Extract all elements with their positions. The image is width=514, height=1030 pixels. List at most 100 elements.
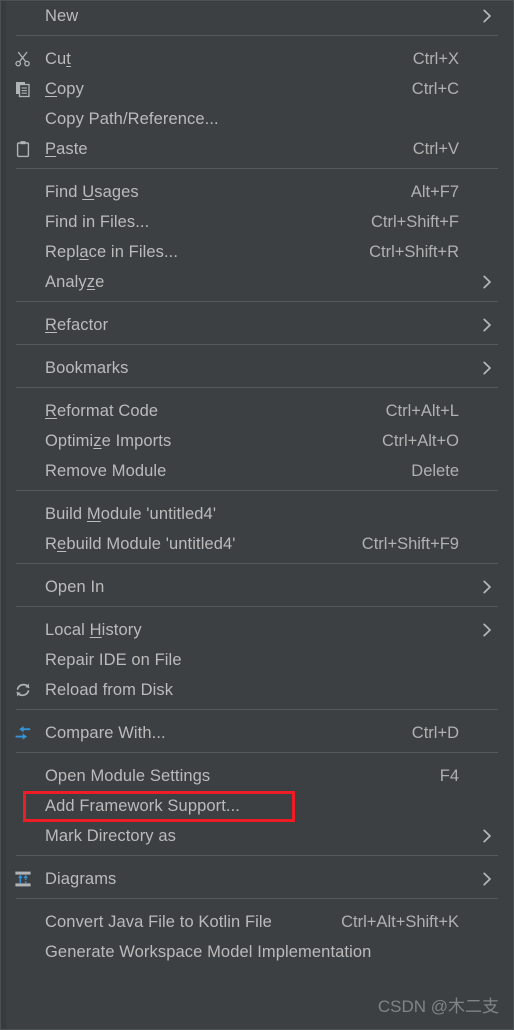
menu-item-repair-ide-on-file[interactable]: Repair IDE on File xyxy=(1,645,513,675)
menu-item-label: Reformat Code xyxy=(45,401,159,420)
menu-item-shortcut: Ctrl+Alt+L xyxy=(385,401,459,420)
menu-item-label: Replace in Files... xyxy=(45,242,179,261)
menu-item-reload-from-disk[interactable]: Reload from Disk xyxy=(1,675,513,705)
menu-separator-line xyxy=(16,606,498,607)
menu-item-shortcut: Ctrl+Shift+R xyxy=(369,242,459,261)
menu-item-remove-module[interactable]: Remove Module Delete xyxy=(1,456,513,486)
menu-item-icon-empty xyxy=(1,615,45,645)
menu-separator-line xyxy=(16,387,498,388)
menu-separator xyxy=(1,898,513,907)
menu-item-shortcut: Delete xyxy=(411,461,459,480)
menu-item-find-usages[interactable]: Find Usages Alt+F7 xyxy=(1,177,513,207)
menu-item-label: Diagrams xyxy=(45,869,117,888)
menu-item-label: Cut xyxy=(45,49,71,68)
menu-item-label: Local History xyxy=(45,620,142,639)
menu-item-label: Build Module 'untitled4' xyxy=(45,504,217,523)
menu-item-label: Compare With... xyxy=(45,723,166,742)
chevron-right-icon xyxy=(473,829,513,843)
menu-item-copy-path-reference[interactable]: Copy Path/Reference... xyxy=(1,104,513,134)
menu-separator-line xyxy=(16,490,498,491)
menu-item-label: Refactor xyxy=(45,315,109,334)
context-menu: New Cut Ctrl+X Copy Ctrl+C Copy Path/Referenc… xyxy=(0,0,514,1030)
menu-item-icon-empty xyxy=(1,761,45,791)
chevron-right-icon xyxy=(473,872,513,886)
menu-item-compare-with[interactable]: Compare With... Ctrl+D xyxy=(1,718,513,748)
compare-icon xyxy=(1,718,45,748)
menu-item-label: Bookmarks xyxy=(45,358,129,377)
menu-item-icon-empty xyxy=(1,426,45,456)
menu-separator xyxy=(1,709,513,718)
watermark-text: CSDN @木二支 xyxy=(377,997,499,1016)
menu-item-shortcut: F4 xyxy=(439,766,459,785)
menu-item-icon-empty xyxy=(1,529,45,559)
menu-item-label: Convert Java File to Kotlin File xyxy=(45,912,272,931)
menu-item-mark-directory-as[interactable]: Mark Directory as xyxy=(1,821,513,851)
menu-separator-line xyxy=(16,35,498,36)
menu-item-label: Reload from Disk xyxy=(45,680,174,699)
menu-item-icon-empty xyxy=(1,456,45,486)
menu-item-label: Paste xyxy=(45,139,88,158)
menu-item-label: Repair IDE on File xyxy=(45,650,182,669)
menu-separator xyxy=(1,490,513,499)
menu-item-replace-in-files[interactable]: Replace in Files... Ctrl+Shift+R xyxy=(1,237,513,267)
menu-item-label: Generate Workspace Model Implementation xyxy=(45,942,372,961)
reload-icon xyxy=(1,675,45,705)
menu-item-optimize-imports[interactable]: Optimize Imports Ctrl+Alt+O xyxy=(1,426,513,456)
menu-item-label: Copy Path/Reference... xyxy=(45,109,219,128)
menu-item-label: New xyxy=(45,6,79,25)
menu-item-label: Open Module Settings xyxy=(45,766,211,785)
chevron-right-icon xyxy=(473,580,513,594)
menu-item-shortcut: Ctrl+V xyxy=(412,139,459,158)
menu-item-shortcut: Ctrl+X xyxy=(412,49,459,68)
menu-separator xyxy=(1,301,513,310)
menu-separator xyxy=(1,387,513,396)
menu-item-rebuild-module-untitled4[interactable]: Rebuild Module 'untitled4' Ctrl+Shift+F9 xyxy=(1,529,513,559)
chevron-right-icon xyxy=(473,9,513,23)
menu-item-label: Optimize Imports xyxy=(45,431,172,450)
menu-separator xyxy=(1,752,513,761)
menu-separator xyxy=(1,563,513,572)
copy-icon xyxy=(1,74,45,104)
chevron-right-icon xyxy=(473,623,513,637)
menu-item-icon-empty xyxy=(1,1,45,31)
menu-separator-line xyxy=(16,168,498,169)
menu-item-convert-java-file-to-kotlin-file[interactable]: Convert Java File to Kotlin File Ctrl+Alt… xyxy=(1,907,513,937)
menu-item-copy[interactable]: Copy Ctrl+C xyxy=(1,74,513,104)
menu-item-new[interactable]: New xyxy=(1,1,513,31)
menu-item-icon-empty xyxy=(1,937,45,967)
menu-item-icon-empty xyxy=(1,396,45,426)
menu-item-paste[interactable]: Paste Ctrl+V xyxy=(1,134,513,164)
menu-separator-line xyxy=(16,898,498,899)
menu-item-reformat-code[interactable]: Reformat Code Ctrl+Alt+L xyxy=(1,396,513,426)
menu-item-find-in-files[interactable]: Find in Files... Ctrl+Shift+F xyxy=(1,207,513,237)
menu-item-shortcut: Ctrl+C xyxy=(411,79,459,98)
menu-item-open-module-settings[interactable]: Open Module Settings F4 xyxy=(1,761,513,791)
menu-item-label: Find in Files... xyxy=(45,212,150,231)
menu-item-icon-empty xyxy=(1,237,45,267)
menu-item-icon-empty xyxy=(1,645,45,675)
menu-item-icon-empty xyxy=(1,104,45,134)
chevron-right-icon xyxy=(473,361,513,375)
menu-separator xyxy=(1,855,513,864)
menu-item-diagrams[interactable]: Diagrams xyxy=(1,864,513,894)
menu-item-refactor[interactable]: Refactor xyxy=(1,310,513,340)
menu-item-shortcut: Ctrl+Alt+O xyxy=(381,431,459,450)
menu-item-shortcut: Ctrl+Shift+F xyxy=(370,212,459,231)
menu-separator-line xyxy=(16,344,498,345)
menu-separator-line xyxy=(16,301,498,302)
menu-item-analyze[interactable]: Analyze xyxy=(1,267,513,297)
menu-item-icon-empty xyxy=(1,353,45,383)
menu-item-icon-empty xyxy=(1,907,45,937)
menu-item-open-in[interactable]: Open In xyxy=(1,572,513,602)
menu-item-bookmarks[interactable]: Bookmarks xyxy=(1,353,513,383)
menu-separator xyxy=(1,168,513,177)
menu-item-build-module-untitled4[interactable]: Build Module 'untitled4' xyxy=(1,499,513,529)
menu-item-label: Add Framework Support... xyxy=(45,796,240,815)
menu-item-label: Analyze xyxy=(45,272,105,291)
menu-item-shortcut: Ctrl+D xyxy=(411,723,459,742)
menu-item-label: Open In xyxy=(45,577,105,596)
menu-item-local-history[interactable]: Local History xyxy=(1,615,513,645)
menu-item-cut[interactable]: Cut Ctrl+X xyxy=(1,44,513,74)
menu-item-generate-workspace-model-implementation[interactable]: Generate Workspace Model Implementation xyxy=(1,937,513,967)
menu-item-add-framework-support[interactable]: Add Framework Support... xyxy=(1,791,513,821)
